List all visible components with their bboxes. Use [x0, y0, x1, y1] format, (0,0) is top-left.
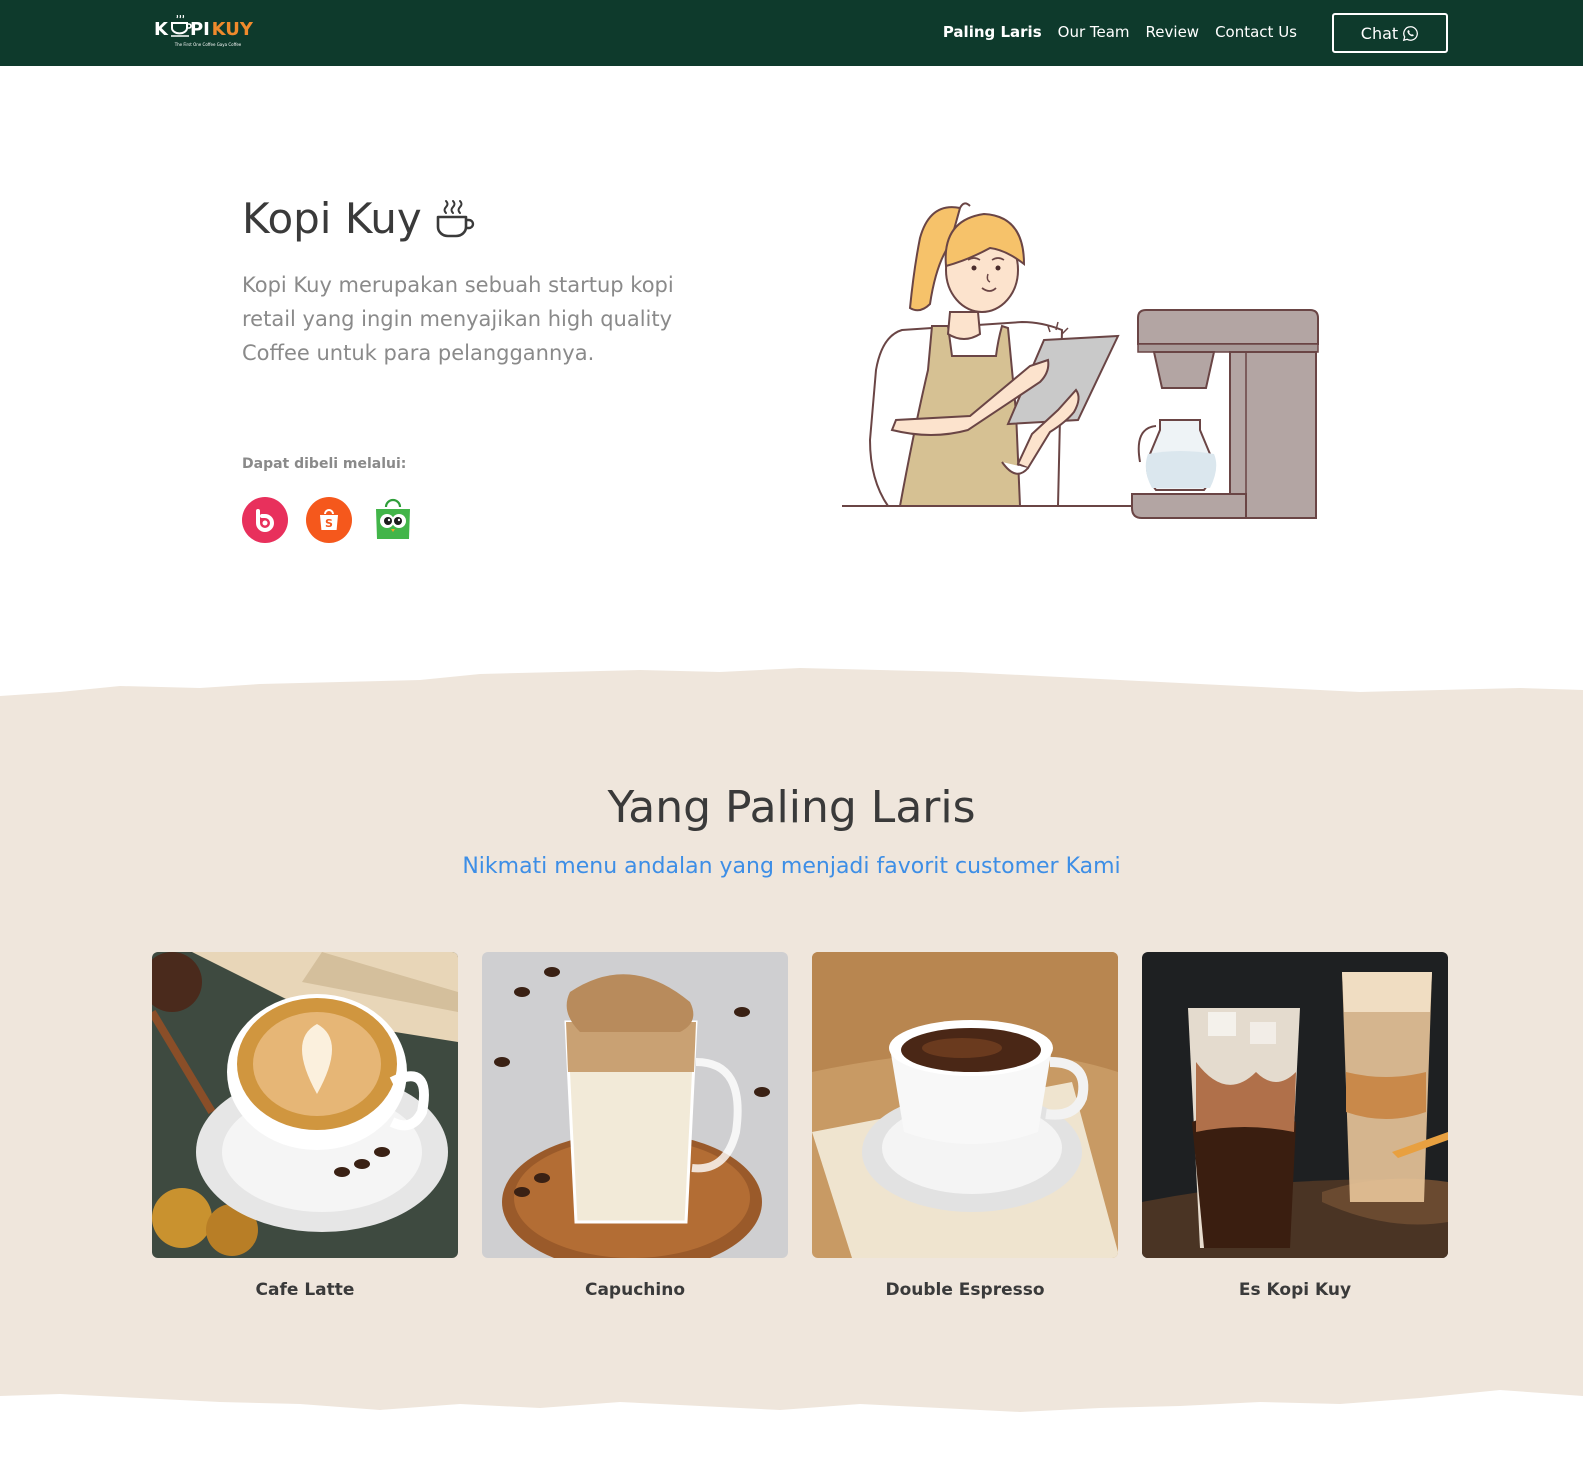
logo-cup-graphic-icon: [171, 15, 192, 37]
product-card-double-espresso[interactable]: Double Espresso: [812, 952, 1118, 1300]
product-card-es-kopi-kuy[interactable]: Es Kopi Kuy: [1142, 952, 1448, 1300]
blibli-icon[interactable]: [242, 497, 288, 543]
logo-tagline: The First One Coffee Gaya Coffee: [174, 42, 242, 47]
nav-link-contact-us[interactable]: Contact Us: [1215, 23, 1297, 41]
navbar: K PI KUY The First One Coffee Gaya Coffee…: [0, 0, 1583, 66]
nav-link-review[interactable]: Review: [1146, 23, 1200, 41]
product-card-capuchino[interactable]: Capuchino: [482, 952, 788, 1300]
tokopedia-icon[interactable]: [370, 497, 416, 543]
hero-description: Kopi Kuy merupakan sebuah startup kopi r…: [242, 273, 674, 365]
capuchino-photo: [482, 952, 788, 1258]
product-list: Cafe Latte Capuchino Double Espresso Es …: [152, 952, 1448, 1300]
nav-link-our-team[interactable]: Our Team: [1058, 23, 1130, 41]
logo-text-kuy: KUY: [211, 19, 253, 40]
barista-illustration: [842, 202, 1319, 519]
product-name: Es Kopi Kuy: [1238, 1280, 1352, 1300]
logo-text-pi: PI: [189, 19, 210, 40]
product-card-cafe-latte[interactable]: Cafe Latte: [152, 952, 458, 1300]
best-seller-subtitle: Nikmati menu andalan yang menjadi favori…: [462, 854, 1121, 879]
main-nav: Paling Laris Our Team Review Contact Us: [943, 20, 1297, 44]
hero-title-text: Kopi Kuy: [242, 194, 422, 243]
shopee-icon[interactable]: S: [306, 497, 352, 543]
double-espresso-photo: [812, 952, 1118, 1258]
product-name: Double Espresso: [885, 1280, 1045, 1300]
hot-coffee-cup-icon: [436, 199, 474, 237]
chat-button[interactable]: Chat: [1332, 13, 1448, 53]
nav-link-paling-laris[interactable]: Paling Laris: [943, 23, 1042, 41]
hero-title: Kopi Kuy: [242, 194, 476, 243]
best-seller-title: Yang Paling Laris: [607, 782, 976, 833]
buy-via-label: Dapat dibeli melalui:: [242, 456, 407, 472]
store-links: S: [242, 497, 416, 543]
whatsapp-icon: [1403, 25, 1419, 41]
svg-text:S: S: [325, 517, 333, 530]
product-name: Cafe Latte: [255, 1280, 355, 1300]
chat-button-label: Chat: [1360, 23, 1399, 43]
product-name: Capuchino: [584, 1280, 685, 1300]
es-kopi-kuy-photo: [1142, 952, 1448, 1258]
brand-logo[interactable]: K PI KUY The First One Coffee Gaya Coffee: [154, 15, 260, 51]
logo-letter-k: K: [154, 19, 168, 40]
cafe-latte-photo: [152, 952, 458, 1258]
